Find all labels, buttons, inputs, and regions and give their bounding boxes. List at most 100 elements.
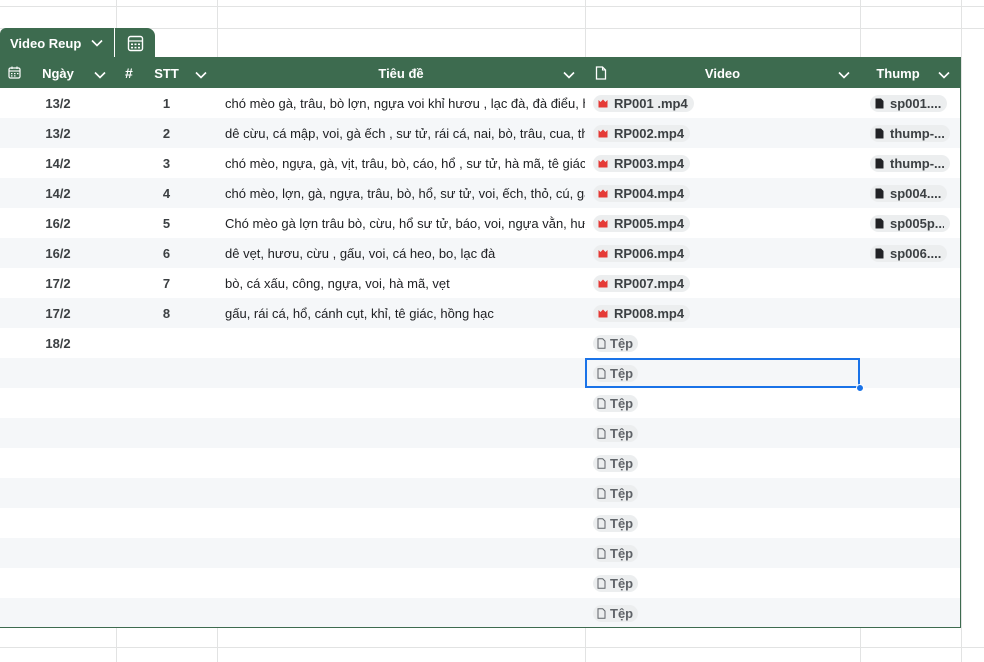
- table-row[interactable]: Tệp: [0, 538, 960, 568]
- column-header-stt[interactable]: # STT: [116, 58, 217, 88]
- cell-thump[interactable]: sp004....: [860, 178, 960, 208]
- empty-file-chip[interactable]: Tệp: [593, 514, 639, 532]
- video-file-chip[interactable]: RP005.mp4: [593, 214, 691, 232]
- cell-video[interactable]: Tệp: [585, 568, 860, 598]
- cell-video[interactable]: Tệp: [585, 328, 860, 358]
- cell-stt[interactable]: [116, 448, 217, 478]
- cell-title[interactable]: chó mèo, lợn, gà, ngựa, trâu, bò, hổ, sư…: [217, 178, 585, 208]
- cell-date[interactable]: 14/2: [0, 148, 116, 178]
- cell-thump[interactable]: sp005p...: [860, 208, 960, 238]
- calculator-icon[interactable]: [115, 28, 155, 58]
- empty-file-chip[interactable]: Tệp: [593, 424, 639, 442]
- cell-title[interactable]: [217, 478, 585, 508]
- cell-title[interactable]: [217, 508, 585, 538]
- cell-stt[interactable]: [116, 568, 217, 598]
- cell-date[interactable]: [0, 568, 116, 598]
- cell-date[interactable]: [0, 538, 116, 568]
- cell-date[interactable]: [0, 388, 116, 418]
- cell-thump[interactable]: [860, 598, 960, 627]
- cell-date[interactable]: 17/2: [0, 268, 116, 298]
- table-row[interactable]: 17/2 7 bò, cá xấu, công, ngựa, voi, hà mã,…: [0, 268, 960, 298]
- thump-file-chip[interactable]: sp005p...: [870, 214, 950, 232]
- chevron-down-icon[interactable]: [94, 67, 106, 82]
- empty-file-chip[interactable]: Tệp: [593, 334, 639, 352]
- fill-handle[interactable]: [856, 384, 864, 392]
- cell-stt[interactable]: [116, 538, 217, 568]
- cell-video[interactable]: RP002.mp4: [585, 118, 860, 148]
- cell-thump[interactable]: [860, 448, 960, 478]
- cell-stt[interactable]: 4: [116, 178, 217, 208]
- table-row[interactable]: 17/2 8 gấu, rái cá, hổ, cánh cụt, khỉ, tê …: [0, 298, 960, 328]
- thump-file-chip[interactable]: sp001....: [870, 94, 948, 112]
- chevron-down-icon[interactable]: [563, 67, 575, 82]
- chevron-down-icon[interactable]: [838, 67, 850, 82]
- cell-thump[interactable]: [860, 388, 960, 418]
- table-row[interactable]: Tệp: [0, 478, 960, 508]
- cell-video[interactable]: RP007.mp4: [585, 268, 860, 298]
- cell-stt[interactable]: 7: [116, 268, 217, 298]
- cell-title[interactable]: [217, 448, 585, 478]
- video-file-chip[interactable]: RP004.mp4: [593, 184, 691, 202]
- cell-thump[interactable]: [860, 268, 960, 298]
- empty-file-chip[interactable]: Tệp: [593, 604, 639, 622]
- chevron-down-icon[interactable]: [195, 67, 207, 82]
- cell-video[interactable]: RP001 .mp4: [585, 88, 860, 118]
- cell-date[interactable]: [0, 418, 116, 448]
- cell-date[interactable]: 13/2: [0, 88, 116, 118]
- cell-stt[interactable]: [116, 358, 217, 388]
- video-file-chip[interactable]: RP006.mp4: [593, 244, 691, 262]
- cell-stt[interactable]: 6: [116, 238, 217, 268]
- cell-video[interactable]: RP003.mp4: [585, 148, 860, 178]
- cell-stt[interactable]: 3: [116, 148, 217, 178]
- cell-date[interactable]: 13/2: [0, 118, 116, 148]
- cell-thump[interactable]: [860, 418, 960, 448]
- thump-file-chip[interactable]: sp004....: [870, 184, 948, 202]
- cell-video[interactable]: Tệp: [585, 388, 860, 418]
- cell-thump[interactable]: [860, 568, 960, 598]
- video-file-chip[interactable]: RP001 .mp4: [593, 94, 694, 112]
- cell-title[interactable]: [217, 538, 585, 568]
- table-row[interactable]: 18/2 Tệp: [0, 328, 960, 358]
- cell-title[interactable]: gấu, rái cá, hổ, cánh cụt, khỉ, tê giác,…: [217, 298, 585, 328]
- cell-title[interactable]: dê vẹt, hươu, cừu , gấu, voi, cá heo, bo…: [217, 238, 585, 268]
- table-row[interactable]: 13/2 1 chó mèo gà, trâu, bò lợn, ngựa voi …: [0, 88, 960, 118]
- cell-date[interactable]: 14/2: [0, 178, 116, 208]
- cell-title[interactable]: [217, 328, 585, 358]
- cell-video[interactable]: Tệp: [585, 448, 860, 478]
- cell-date[interactable]: 16/2: [0, 208, 116, 238]
- table-tab-video-reup[interactable]: Video Reup: [0, 28, 114, 58]
- column-header-video[interactable]: Video: [585, 58, 860, 88]
- table-row[interactable]: 14/2 4 chó mèo, lợn, gà, ngựa, trâu, bò, h…: [0, 178, 960, 208]
- cell-video[interactable]: Tệp: [585, 598, 860, 627]
- table-row[interactable]: Tệp: [0, 598, 960, 627]
- table-row[interactable]: 13/2 2 dê cừu, cá mập, voi, gà ếch , sư tử…: [0, 118, 960, 148]
- video-file-chip[interactable]: RP007.mp4: [593, 274, 691, 292]
- cell-date[interactable]: [0, 358, 116, 388]
- cell-stt[interactable]: [116, 508, 217, 538]
- empty-file-chip[interactable]: Tệp: [593, 454, 639, 472]
- cell-video[interactable]: Tệp: [585, 478, 860, 508]
- column-header-title[interactable]: Tiêu đề: [217, 58, 585, 88]
- empty-file-chip[interactable]: Tệp: [593, 574, 639, 592]
- cell-date[interactable]: [0, 508, 116, 538]
- cell-thump[interactable]: thump-...: [860, 118, 960, 148]
- cell-stt[interactable]: [116, 328, 217, 358]
- cell-title[interactable]: chó mèo, ngựa, gà, vịt, trâu, bò, cáo, h…: [217, 148, 585, 178]
- cell-title[interactable]: [217, 388, 585, 418]
- cell-title[interactable]: Chó mèo gà lợn trâu bò, cừu, hổ sư tử, b…: [217, 208, 585, 238]
- cell-video[interactable]: Tệp: [585, 418, 860, 448]
- cell-video[interactable]: RP004.mp4: [585, 178, 860, 208]
- cell-title[interactable]: [217, 418, 585, 448]
- cell-video[interactable]: Tệp: [585, 538, 860, 568]
- table-row[interactable]: Tệp: [0, 568, 960, 598]
- cell-thump[interactable]: [860, 508, 960, 538]
- thump-file-chip[interactable]: thump-...: [870, 124, 950, 142]
- table-row[interactable]: Tệp: [0, 448, 960, 478]
- cell-title[interactable]: dê cừu, cá mập, voi, gà ếch , sư tử, rái…: [217, 118, 585, 148]
- table-row[interactable]: 16/2 5 Chó mèo gà lợn trâu bò, cừu, hổ sư …: [0, 208, 960, 238]
- cell-thump[interactable]: sp001....: [860, 88, 960, 118]
- cell-title[interactable]: chó mèo gà, trâu, bò lợn, ngựa voi khỉ h…: [217, 88, 585, 118]
- table-row[interactable]: Tệp: [0, 508, 960, 538]
- cell-video[interactable]: RP008.mp4: [585, 298, 860, 328]
- cell-video[interactable]: Tệp: [585, 508, 860, 538]
